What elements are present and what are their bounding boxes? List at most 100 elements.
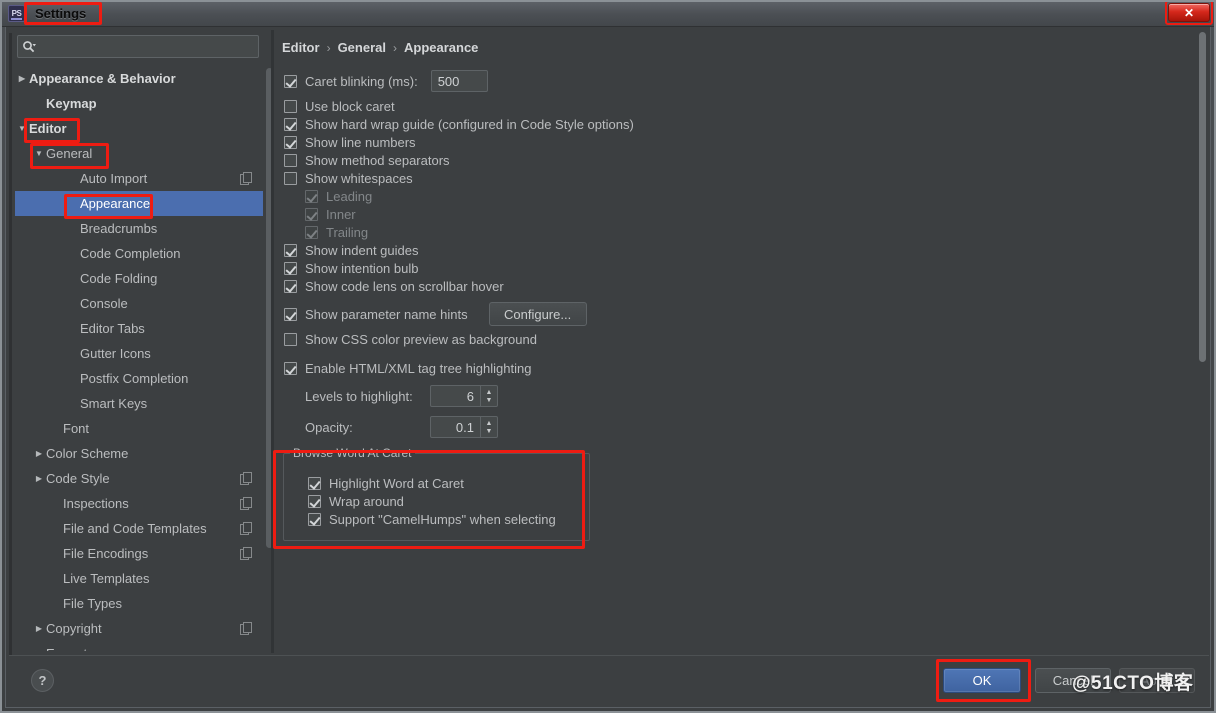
option-support-camelhumps[interactable]: Support "CamelHumps" when selecting xyxy=(308,512,556,527)
show-indent-guides-checkbox[interactable] xyxy=(284,244,297,257)
copy-icon[interactable] xyxy=(240,622,252,635)
option-show-css-color-preview[interactable]: Show CSS color preview as background xyxy=(284,332,537,347)
option-show-method-separators[interactable]: Show method separators xyxy=(284,153,450,168)
support-camelhumps-checkbox[interactable] xyxy=(308,513,321,526)
spinner-up-icon[interactable]: ▲ xyxy=(486,389,493,396)
copy-icon[interactable] xyxy=(240,522,252,535)
sidebar-item-emmet[interactable]: ▶Emmet xyxy=(15,641,263,651)
show-method-separators-checkbox[interactable] xyxy=(284,154,297,167)
wrap-around-checkbox[interactable] xyxy=(308,495,321,508)
chevron-right-icon[interactable]: ▶ xyxy=(32,449,46,458)
sidebar-item-general[interactable]: ▼ General xyxy=(15,141,263,166)
search-box[interactable] xyxy=(17,35,259,58)
sidebar-item-label: Code Folding xyxy=(80,271,158,286)
option-wrap-around[interactable]: Wrap around xyxy=(308,494,404,509)
search-input[interactable] xyxy=(40,37,258,56)
option-show-line-numbers[interactable]: Show line numbers xyxy=(284,135,416,150)
show-hard-wrap-guide-checkbox[interactable] xyxy=(284,118,297,131)
field-levels-to-highlight[interactable]: Levels to highlight: 6 ▲ ▼ xyxy=(305,385,498,407)
sidebar-item-inspections[interactable]: Inspections xyxy=(15,491,263,516)
option-show-intention-bulb[interactable]: Show intention bulb xyxy=(284,261,418,276)
levels-to-highlight-label: Levels to highlight: xyxy=(305,388,413,404)
opacity-spinner[interactable]: 0.1 ▲ ▼ xyxy=(430,416,498,438)
sidebar-item-appearance[interactable]: Appearance xyxy=(15,191,263,216)
sidebar-item-gutter-icons[interactable]: Gutter Icons xyxy=(15,341,263,366)
configure-button[interactable]: Configure... xyxy=(488,302,587,326)
settings-tree[interactable]: ▶ Appearance & Behavior Keymap ▼ Editor ▼ Gene… xyxy=(15,66,263,651)
show-css-color-preview-label: Show CSS color preview as background xyxy=(305,332,537,347)
sidebar-item-code-completion[interactable]: Code Completion xyxy=(15,241,263,266)
sidebar-item-postfix-completion[interactable]: Postfix Completion xyxy=(15,366,263,391)
option-enable-tag-tree-highlighting[interactable]: Enable HTML/XML tag tree highlighting xyxy=(284,361,531,376)
sidebar-item-color-scheme[interactable]: ▶ Color Scheme xyxy=(15,441,263,466)
sidebar-item-auto-import[interactable]: Auto Import xyxy=(15,166,263,191)
option-highlight-word-at-caret[interactable]: Highlight Word at Caret xyxy=(308,476,464,491)
option-use-block-caret[interactable]: Use block caret xyxy=(284,99,395,114)
option-leading[interactable]: Leading xyxy=(305,189,372,204)
sidebar-item-code-folding[interactable]: Code Folding xyxy=(15,266,263,291)
option-show-indent-guides[interactable]: Show indent guides xyxy=(284,243,418,258)
show-code-lens-checkbox[interactable] xyxy=(284,280,297,293)
caret-blinking-checkbox[interactable] xyxy=(284,74,297,88)
option-show-parameter-name-hints[interactable]: Show parameter name hints Configure... xyxy=(284,302,587,326)
chevron-down-icon[interactable]: ▼ xyxy=(32,149,46,158)
chevron-down-icon[interactable]: ▼ xyxy=(15,124,29,133)
leading-checkbox[interactable] xyxy=(305,190,318,203)
copy-icon[interactable] xyxy=(240,172,252,185)
main-scrollbar-thumb[interactable] xyxy=(1199,32,1206,362)
use-block-caret-checkbox[interactable] xyxy=(284,100,297,113)
sidebar-item-file-encodings[interactable]: File Encodings xyxy=(15,541,263,566)
sidebar-item-editor[interactable]: ▼ Editor xyxy=(15,116,263,141)
option-inner[interactable]: Inner xyxy=(305,207,356,222)
sidebar-item-font[interactable]: Font xyxy=(15,416,263,441)
opacity-spinner-arrows[interactable]: ▲ ▼ xyxy=(480,417,497,437)
copy-icon[interactable] xyxy=(240,472,252,485)
show-line-numbers-checkbox[interactable] xyxy=(284,136,297,149)
show-parameter-name-hints-checkbox[interactable] xyxy=(284,307,297,321)
main-scrollbar[interactable] xyxy=(1198,32,1207,651)
highlight-word-at-caret-checkbox[interactable] xyxy=(308,477,321,490)
option-caret-blinking[interactable]: Caret blinking (ms): 500 xyxy=(284,70,488,92)
sidebar-item-live-templates[interactable]: Live Templates xyxy=(15,566,263,591)
spinner-down-icon[interactable]: ▼ xyxy=(486,428,493,435)
inner-checkbox[interactable] xyxy=(305,208,318,221)
sidebar-item-breadcrumbs[interactable]: Breadcrumbs xyxy=(15,216,263,241)
chevron-right-icon[interactable]: ▶ xyxy=(32,624,46,633)
field-opacity[interactable]: Opacity: 0.1 ▲ ▼ xyxy=(305,416,498,438)
caret-blinking-input[interactable]: 500 xyxy=(430,70,488,92)
show-indent-guides-label: Show indent guides xyxy=(305,243,419,258)
help-button[interactable]: ? xyxy=(31,669,54,692)
sidebar-item-label: Font xyxy=(63,421,90,436)
spinner-up-icon[interactable]: ▲ xyxy=(486,420,493,427)
chevron-right-icon[interactable]: ▶ xyxy=(32,649,46,651)
trailing-checkbox[interactable] xyxy=(305,226,318,239)
levels-spinner-arrows[interactable]: ▲ ▼ xyxy=(480,386,497,406)
option-show-whitespaces[interactable]: Show whitespaces xyxy=(284,171,413,186)
caret-blinking-label: Caret blinking (ms): xyxy=(305,73,418,89)
sidebar-item-smart-keys[interactable]: Smart Keys xyxy=(15,391,263,416)
sidebar-item-appearance-behavior[interactable]: ▶ Appearance & Behavior xyxy=(15,66,263,91)
show-whitespaces-checkbox[interactable] xyxy=(284,172,297,185)
option-show-code-lens[interactable]: Show code lens on scrollbar hover xyxy=(284,279,504,294)
chevron-right-icon[interactable]: ▶ xyxy=(15,74,29,83)
chevron-right-icon[interactable]: ▶ xyxy=(32,474,46,483)
levels-to-highlight-spinner[interactable]: 6 ▲ ▼ xyxy=(430,385,498,407)
sidebar-item-file-types[interactable]: File Types xyxy=(15,591,263,616)
copy-icon[interactable] xyxy=(240,497,252,510)
option-trailing[interactable]: Trailing xyxy=(305,225,368,240)
copy-icon[interactable] xyxy=(240,547,252,560)
breadcrumb-general[interactable]: General xyxy=(338,40,386,55)
ok-button[interactable]: OK xyxy=(943,668,1021,693)
sidebar-item-console[interactable]: Console xyxy=(15,291,263,316)
sidebar-item-code-style[interactable]: ▶ Code Style xyxy=(15,466,263,491)
sidebar-item-copyright[interactable]: ▶ Copyright xyxy=(15,616,263,641)
sidebar-item-keymap[interactable]: Keymap xyxy=(15,91,263,116)
enable-tag-tree-highlighting-checkbox[interactable] xyxy=(284,362,297,375)
spinner-down-icon[interactable]: ▼ xyxy=(486,397,493,404)
sidebar-item-editor-tabs[interactable]: Editor Tabs xyxy=(15,316,263,341)
show-css-color-preview-checkbox[interactable] xyxy=(284,333,297,346)
breadcrumb-editor[interactable]: Editor xyxy=(282,40,320,55)
sidebar-item-file-and-code-templates[interactable]: File and Code Templates xyxy=(15,516,263,541)
option-show-hard-wrap-guide[interactable]: Show hard wrap guide (configured in Code… xyxy=(284,117,634,132)
show-intention-bulb-checkbox[interactable] xyxy=(284,262,297,275)
